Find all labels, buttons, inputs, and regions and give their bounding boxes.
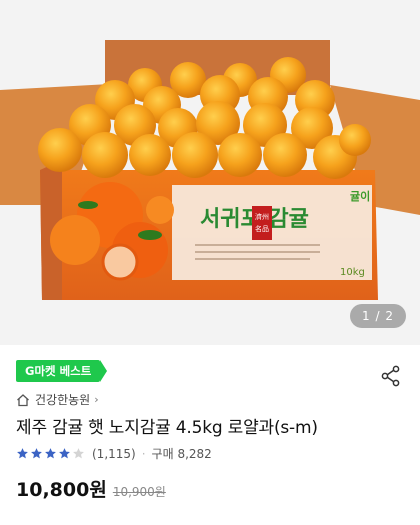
best-badge: G마켓 베스트	[16, 360, 108, 382]
star-icon	[31, 448, 42, 459]
rating-row[interactable]: (1,115) · 구매 8,282	[16, 445, 212, 462]
product-info: G마켓 베스트 건강한농원 › 제주 감귤 햇 노지감귤 4.5kg 로얄과(s…	[0, 345, 420, 525]
star-icon	[73, 448, 84, 459]
svg-text:濟州: 濟州	[255, 212, 269, 221]
star-icon	[59, 448, 70, 459]
review-count: (1,115)	[92, 446, 136, 461]
original-price: 10,900원	[112, 485, 166, 499]
star-icon	[45, 448, 56, 459]
price-row: 10,800원 10,900원	[16, 475, 166, 502]
chevron-right-icon: ›	[94, 393, 99, 406]
separator: ·	[141, 446, 146, 461]
rating-stars	[16, 447, 86, 460]
share-icon[interactable]	[380, 365, 402, 387]
product-photo: 서귀포 감귤 濟州 名品 귤이 10kg	[0, 0, 420, 345]
store-name: 건강한농원	[35, 393, 91, 407]
svg-text:귤이: 귤이	[350, 189, 370, 203]
svg-text:10kg: 10kg	[340, 267, 365, 278]
star-icon	[17, 448, 28, 459]
store-link[interactable]: 건강한농원 ›	[16, 391, 99, 408]
product-image-gallery[interactable]: 서귀포 감귤 濟州 名品 귤이 10kg 1 / 2	[0, 0, 420, 345]
product-title: 제주 감귤 햇 노지감귤 4.5kg 로얄과(s-m)	[16, 418, 318, 438]
gallery-page-indicator: 1 / 2	[350, 304, 406, 328]
purchase-count: 구매 8,282	[151, 447, 212, 461]
svg-text:名品: 名品	[255, 224, 269, 233]
home-icon	[17, 393, 29, 406]
sale-price: 10,800원	[16, 479, 107, 501]
